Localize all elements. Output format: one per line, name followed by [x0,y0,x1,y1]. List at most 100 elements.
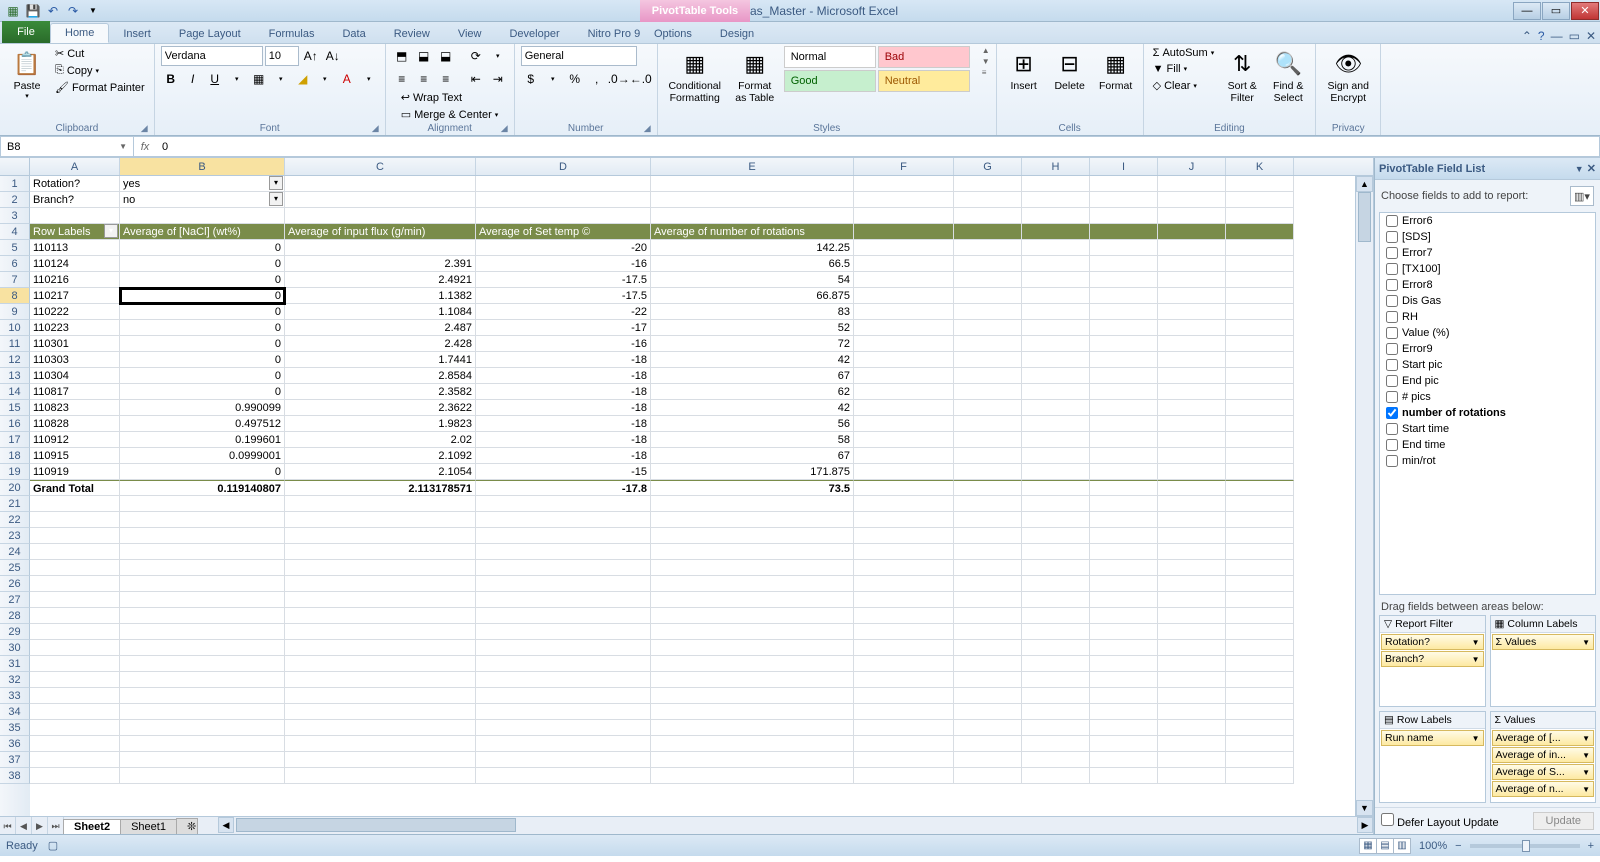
cell[interactable]: 0.199601 [120,432,285,448]
cell[interactable] [651,608,854,624]
cell[interactable] [476,576,651,592]
format-as-table-button[interactable]: ▦Format as Table [730,46,780,106]
cell[interactable] [1090,464,1158,480]
cell[interactable] [1022,544,1090,560]
cell[interactable]: yes▾ [120,176,285,192]
cell[interactable] [1226,384,1294,400]
cell[interactable]: Grand Total [30,480,120,496]
cell[interactable] [1158,224,1226,240]
align-middle-icon[interactable]: ⬓ [414,46,434,66]
sheet-nav-first-icon[interactable]: ⏮ [0,817,16,834]
cell[interactable]: 0 [120,304,285,320]
cell[interactable] [285,240,476,256]
cell[interactable] [120,688,285,704]
cell[interactable]: 67 [651,448,854,464]
sheet-nav-next-icon[interactable]: ▶ [32,817,48,834]
row-header-26[interactable]: 26 [0,576,30,592]
cell[interactable]: 110301 [30,336,120,352]
column-header-K[interactable]: K [1226,158,1294,175]
cell[interactable]: 0 [120,352,285,368]
pivot-area-chip[interactable]: Run name▼ [1381,730,1484,746]
cell[interactable]: 0.0999001 [120,448,285,464]
cell[interactable]: 0 [120,288,285,304]
cell[interactable]: 171.875 [651,464,854,480]
cell[interactable] [954,400,1022,416]
cell[interactable] [651,672,854,688]
cell[interactable] [1022,288,1090,304]
cell[interactable]: 0 [120,240,285,256]
cell[interactable] [854,464,954,480]
decrease-indent-icon[interactable]: ⇤ [466,69,486,89]
cell[interactable] [1158,720,1226,736]
cell[interactable] [120,544,285,560]
cell[interactable]: 2.02 [285,432,476,448]
cell[interactable] [1226,560,1294,576]
cell[interactable] [954,768,1022,784]
redo-icon[interactable]: ↷ [64,2,82,20]
cell[interactable] [1158,512,1226,528]
cell[interactable] [1022,272,1090,288]
cell[interactable] [476,768,651,784]
cell[interactable] [1090,176,1158,192]
cell[interactable]: -17.8 [476,480,651,496]
sheet-nav-last-icon[interactable]: ⏭ [48,817,64,834]
cell[interactable]: 2.113178571 [285,480,476,496]
cell[interactable]: 0 [120,320,285,336]
cell[interactable] [285,672,476,688]
cell[interactable] [1226,224,1294,240]
excel-icon[interactable]: ▦ [4,2,22,20]
cell[interactable] [120,208,285,224]
cell[interactable] [1158,400,1226,416]
cell[interactable] [854,176,954,192]
tab-file[interactable]: File [2,21,50,43]
italic-button[interactable]: I [183,69,203,89]
comma-icon[interactable]: , [587,69,607,89]
cell[interactable] [1226,704,1294,720]
cell[interactable] [1158,288,1226,304]
area-row-labels[interactable]: ▤Row Labels Run name▼ [1379,711,1486,803]
cell[interactable] [1022,464,1090,480]
cell[interactable]: Rotation? [30,176,120,192]
cell[interactable] [1158,320,1226,336]
cell[interactable] [954,416,1022,432]
cell[interactable] [1022,480,1090,496]
filter-dropdown-icon[interactable]: ▾ [269,176,283,190]
cell[interactable] [1090,688,1158,704]
cell[interactable] [1226,176,1294,192]
cell[interactable] [954,752,1022,768]
cell[interactable] [120,608,285,624]
cell[interactable] [1022,672,1090,688]
cell[interactable] [1090,608,1158,624]
filter-dropdown-icon[interactable]: ▾ [269,192,283,206]
cell[interactable] [954,528,1022,544]
fill-button[interactable]: ▼Fill▾ [1150,62,1218,76]
cell[interactable]: 110216 [30,272,120,288]
row-header-1[interactable]: 1 [0,176,30,192]
pivot-field-item[interactable]: [TX100] [1380,261,1595,277]
row-header-21[interactable]: 21 [0,496,30,512]
row-header-4[interactable]: 4 [0,224,30,240]
find-select-button[interactable]: 🔍Find & Select [1267,46,1309,106]
row-header-24[interactable]: 24 [0,544,30,560]
align-center-icon[interactable]: ≡ [414,69,434,89]
cell[interactable] [476,656,651,672]
cell[interactable]: 0.497512 [120,416,285,432]
border-button[interactable]: ▦ [249,69,269,89]
cell[interactable]: 0 [120,384,285,400]
cell[interactable] [1022,224,1090,240]
cell[interactable] [1226,640,1294,656]
cell[interactable]: 2.428 [285,336,476,352]
cell[interactable] [954,352,1022,368]
cell[interactable] [1226,304,1294,320]
cell[interactable] [1158,768,1226,784]
cell[interactable] [1226,272,1294,288]
maximize-button[interactable]: ▭ [1542,2,1570,20]
cell[interactable] [1226,288,1294,304]
cell[interactable] [30,496,120,512]
cell[interactable] [30,512,120,528]
help-icon[interactable]: ? [1538,29,1545,43]
cell[interactable]: -15 [476,464,651,480]
cell[interactable] [854,736,954,752]
cell[interactable] [476,528,651,544]
row-header-32[interactable]: 32 [0,672,30,688]
